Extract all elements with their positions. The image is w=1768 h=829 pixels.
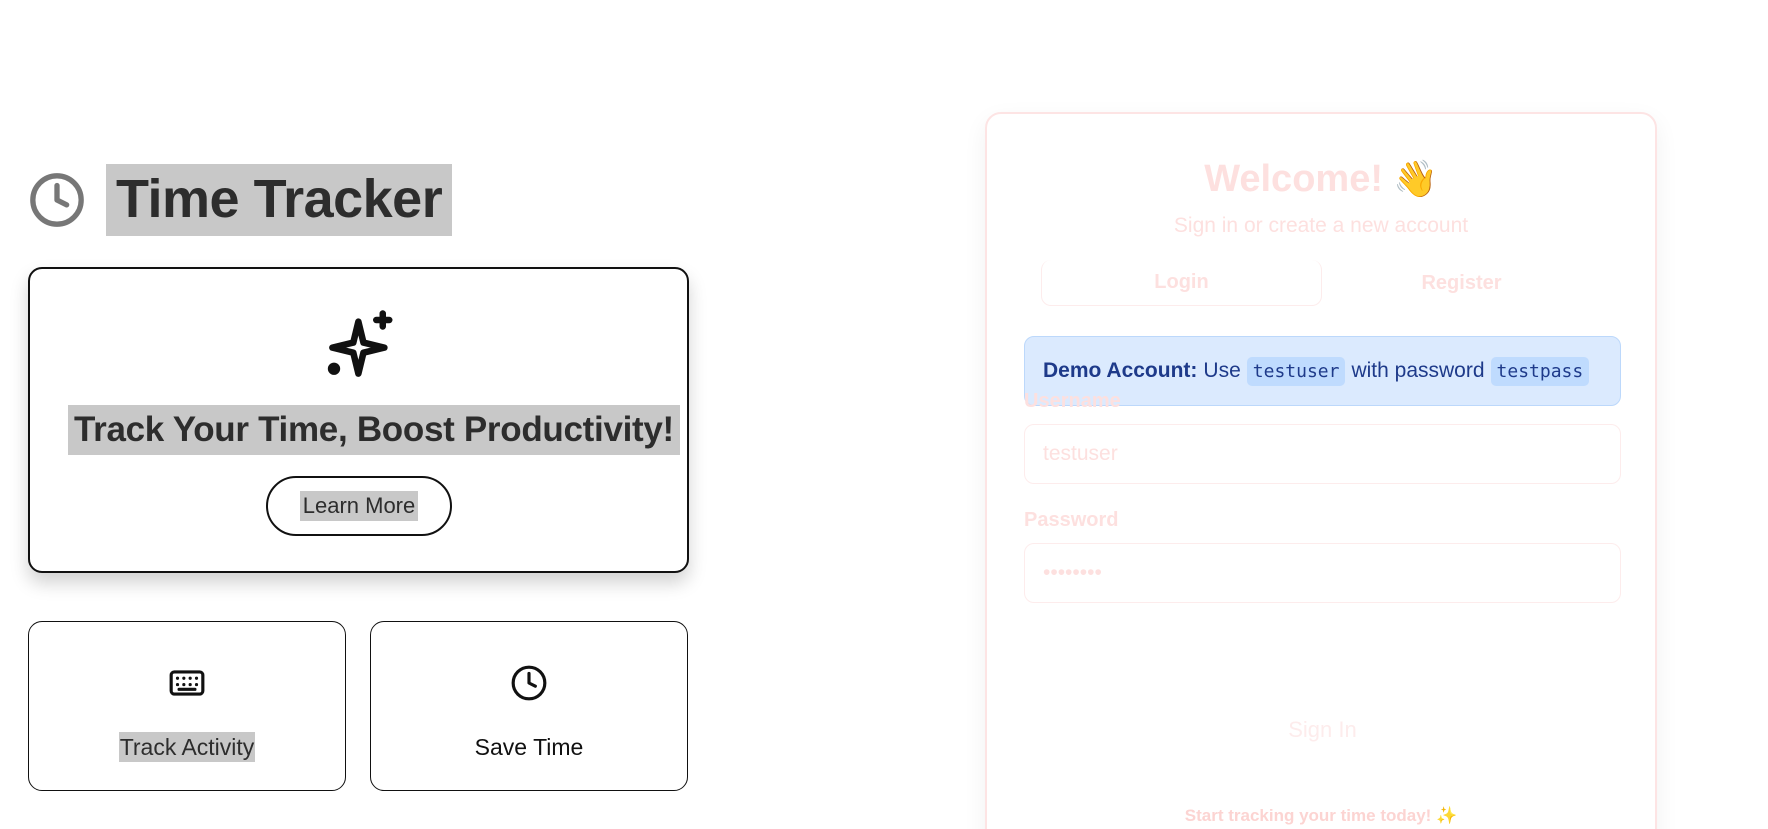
wave-emoji-icon: 👋 <box>1392 158 1438 199</box>
learn-more-label: Learn More <box>299 491 419 521</box>
sign-in-button[interactable]: Sign In <box>1024 702 1621 758</box>
hero-card: Track Your Time, Boost Productivity! Lea… <box>28 267 689 573</box>
feature-card-track-activity: Track Activity <box>28 621 346 791</box>
password-field[interactable]: •••••••• <box>1024 543 1621 603</box>
sparkle-emoji-icon: ✨ <box>1436 806 1458 825</box>
welcome-subtitle: Sign in or create a new account <box>1173 214 1469 237</box>
username-field[interactable]: testuser <box>1024 424 1621 484</box>
demo-username: testuser <box>1246 356 1346 386</box>
footer-tagline: Start tracking your time today! ✨ <box>987 806 1655 826</box>
sparkles-icon <box>327 310 393 377</box>
username-label: Username <box>1024 390 1121 412</box>
clock-icon <box>30 173 84 227</box>
demo-label: Demo Account: <box>1043 359 1198 382</box>
demo-use-text: Use <box>1203 359 1241 382</box>
demo-password: testpass <box>1490 356 1590 386</box>
footer-text: Start tracking your time today! <box>1184 806 1432 825</box>
tab-register[interactable]: Register <box>1322 260 1601 306</box>
welcome-heading: Welcome! 👋 <box>987 158 1655 201</box>
password-label: Password <box>1024 509 1119 531</box>
learn-more-button[interactable]: Learn More <box>266 476 452 536</box>
feature-label: Save Time <box>474 734 584 760</box>
app-title: Time Tracker <box>106 164 453 236</box>
clock-icon <box>511 665 547 701</box>
feature-card-save-time: Save Time <box>370 621 688 791</box>
auth-card: Welcome! 👋 Sign in or create a new accoun… <box>985 112 1657 829</box>
feature-label: Track Activity <box>118 732 256 762</box>
brand-header: Time Tracker <box>28 164 453 236</box>
demo-middle-text: with password <box>1351 359 1485 382</box>
hero-title: Track Your Time, Boost Productivity! <box>68 405 680 455</box>
welcome-text: Welcome! <box>1204 158 1383 200</box>
keyboard-icon <box>169 670 205 696</box>
tab-login[interactable]: Login <box>1041 260 1322 306</box>
auth-tabs: Login Register <box>1041 260 1601 306</box>
